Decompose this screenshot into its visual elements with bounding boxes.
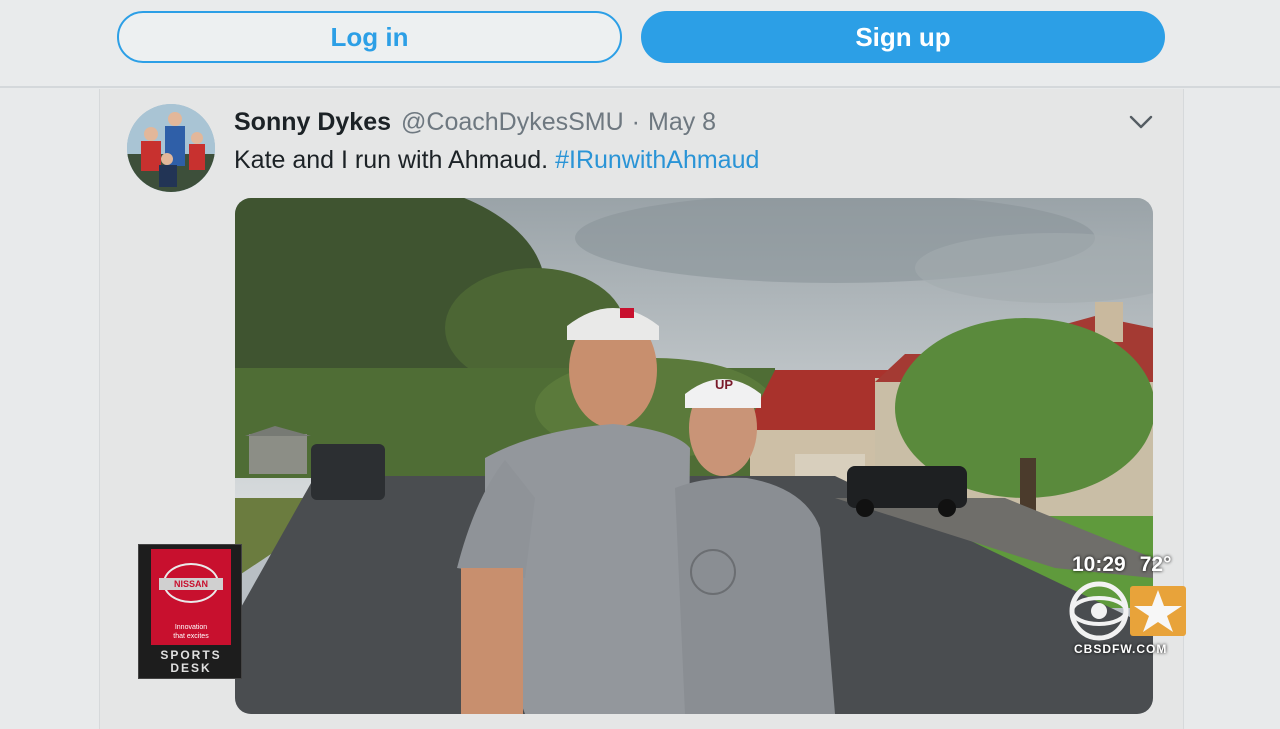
top-auth-bar: Log in Sign up [0, 0, 1280, 88]
tweet-body: Kate and I run with Ahmaud. [234, 146, 549, 174]
display-name[interactable]: Sonny Dykes [234, 108, 391, 137]
broadcast-time: 10:29 [1072, 553, 1126, 576]
time-temp-readout: 10:29 72° [1072, 553, 1171, 577]
tagline-line-1: Innovation [174, 624, 208, 631]
nissan-badge: NISSAN Innovation that excites [151, 549, 231, 645]
desk-word: DESK [170, 661, 212, 675]
nissan-brand-text: NISSAN [159, 578, 223, 590]
photo-scene: UP [235, 198, 1153, 714]
user-handle[interactable]: @CoachDykesSMU [401, 108, 624, 137]
tweet-date[interactable]: May 8 [648, 108, 716, 137]
broadcast-temperature: 72° [1139, 553, 1172, 576]
tweet-photo[interactable]: UP [235, 198, 1153, 714]
nissan-emblem-icon: NISSAN [159, 563, 223, 603]
chevron-down-icon[interactable] [1128, 112, 1154, 132]
tweet-header: Sonny Dykes @CoachDykesSMU · May 8 [234, 108, 716, 140]
tagline-line-2: that excites [173, 633, 209, 640]
sports-desk-label: SPORTS DESK [139, 649, 243, 675]
cap-letters: UP [715, 377, 733, 392]
nissan-sports-desk-logo: NISSAN Innovation that excites SPORTS DE… [138, 544, 242, 679]
hashtag-link[interactable]: #IRunwithAhmaud [555, 146, 759, 174]
nissan-tagline: Innovation that excites [151, 623, 231, 641]
avatar-image [127, 104, 215, 192]
signup-button[interactable]: Sign up [641, 11, 1165, 63]
station-website: CBSDFW.COM [1074, 642, 1168, 656]
separator-dot: · [631, 108, 640, 136]
login-button[interactable]: Log in [117, 11, 622, 63]
avatar[interactable] [127, 104, 215, 192]
tweet-text: Kate and I run with Ahmaud. #IRunwithAhma… [234, 146, 759, 175]
cbs-11-logo [1069, 581, 1186, 641]
